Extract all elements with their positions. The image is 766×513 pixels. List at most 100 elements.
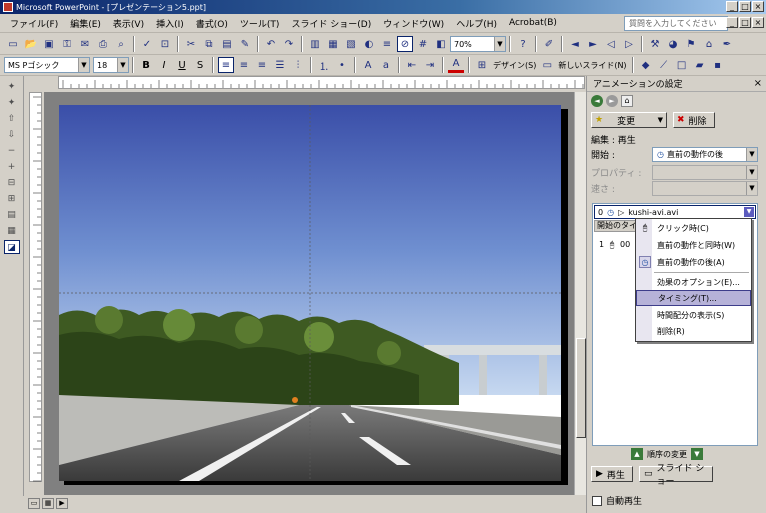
print-icon[interactable]: ⎙ — [95, 36, 111, 52]
change-effect-button[interactable]: ★ 変更 ▼ — [591, 112, 667, 128]
close-button[interactable]: × — [752, 1, 764, 12]
palette-icon[interactable]: ◕ — [665, 36, 681, 52]
new-icon[interactable]: ▭ — [5, 36, 21, 52]
menu-format[interactable]: 書式(O) — [190, 17, 234, 30]
collapse-icon[interactable]: − — [4, 144, 20, 158]
underline-button[interactable]: U — [174, 57, 190, 73]
font-combo[interactable]: MS Pゴシック ▼ — [4, 57, 90, 73]
autoplay-row[interactable]: 自動再生 — [592, 494, 642, 507]
tables-borders-icon[interactable]: ▧ — [343, 36, 359, 52]
decrease-indent-icon[interactable]: ⇤ — [404, 57, 420, 73]
menu-item-effect-options[interactable]: 効果のオプション(E)... — [636, 274, 751, 290]
numbering-icon[interactable]: ⒈ — [316, 57, 332, 73]
move-up-icon[interactable]: ⇧ — [4, 112, 20, 126]
selected-animation-item[interactable]: 0 ◷ ▷ kushi-avi.avi ▼ — [594, 205, 756, 219]
new-slide-button[interactable]: 新しいスライド(N) — [558, 60, 626, 71]
menu-item-with-previous[interactable]: 直前の動作と同時(W) — [636, 237, 751, 253]
increase-indent-icon[interactable]: ⇥ — [422, 57, 438, 73]
expand-icon[interactable]: + — [4, 160, 20, 174]
paste-icon[interactable]: ▤ — [219, 36, 235, 52]
doc-close-button[interactable]: × — [752, 17, 764, 28]
minimize-button[interactable]: _ — [726, 1, 738, 12]
summary-slide-icon[interactable]: ▤ — [4, 208, 20, 222]
slide-sorter-icon[interactable]: ▦ — [42, 497, 54, 509]
chevron-down-icon[interactable]: ▼ — [494, 37, 505, 51]
justify-icon[interactable]: ☰ — [272, 57, 288, 73]
font-size-combo[interactable]: 18 ▼ — [93, 57, 129, 73]
circle-left-icon[interactable]: ◄ — [567, 36, 583, 52]
tool-icon[interactable]: ⚒ — [647, 36, 663, 52]
format-painter-icon[interactable]: ✎ — [237, 36, 253, 52]
doc-restore-button[interactable]: □ — [739, 17, 751, 28]
forward-icon[interactable]: ► — [606, 95, 618, 107]
show-format-icon[interactable]: ▦ — [4, 224, 20, 238]
open-icon[interactable]: 📂 — [23, 36, 39, 52]
menu-file[interactable]: ファイル(F) — [4, 17, 64, 30]
expand-all-icon[interactable]: ⊞ — [4, 192, 20, 206]
start-combo[interactable]: ◷ 直前の動作の後 ▼ — [652, 147, 758, 162]
expand-icon[interactable]: ≡ — [379, 36, 395, 52]
new-slide-icon[interactable]: ▭ — [539, 57, 555, 73]
promote-icon[interactable]: ✦ — [4, 80, 20, 94]
align-center-icon[interactable]: ≡ — [236, 57, 252, 73]
menu-edit[interactable]: 編集(E) — [64, 17, 107, 30]
font-color-icon[interactable]: A — [448, 57, 464, 73]
pane-close-icon[interactable]: × — [754, 78, 762, 89]
research-icon[interactable]: ⊡ — [157, 36, 173, 52]
menu-tools[interactable]: ツール(T) — [234, 17, 286, 30]
permission-icon[interactable]: ⚿ — [59, 36, 75, 52]
design-button[interactable]: デザイン(S) — [493, 60, 536, 71]
menu-item-timing[interactable]: タイミング(T)... — [636, 290, 751, 306]
pen-icon[interactable]: ✒ — [719, 36, 735, 52]
chevron-down-icon[interactable]: ▼ — [78, 58, 89, 72]
bold-button[interactable]: B — [138, 57, 154, 73]
menu-item-after-previous[interactable]: ◷ 直前の動作の後(A) — [636, 254, 751, 270]
scrollbar-thumb[interactable] — [576, 338, 586, 438]
shadow-button[interactable]: S — [192, 57, 208, 73]
home-icon[interactable]: ⌂ — [621, 95, 633, 107]
edit-icon[interactable]: ✐ — [541, 36, 557, 52]
move-down-icon[interactable]: ⇩ — [4, 128, 20, 142]
arrow-left-icon[interactable]: ◁ — [603, 36, 619, 52]
show-formatting-icon[interactable]: ⊘ — [397, 36, 413, 52]
move-up-icon[interactable]: ▲ — [631, 448, 643, 460]
cut-icon[interactable]: ✂ — [183, 36, 199, 52]
chevron-down-icon[interactable]: ▼ — [746, 148, 757, 161]
menu-slideshow[interactable]: スライド ショー(D) — [285, 17, 377, 30]
menu-window[interactable]: ウィンドウ(W) — [377, 17, 450, 30]
undo-icon[interactable]: ↶ — [263, 36, 279, 52]
list-item[interactable]: 1 🖰 00 — [599, 240, 630, 250]
object-color-icon[interactable]: ▪ — [710, 57, 726, 73]
slideshow-view-icon[interactable]: ▶ — [56, 497, 68, 509]
arrow-right-icon[interactable]: ▷ — [621, 36, 637, 52]
back-icon[interactable]: ◄ — [591, 95, 603, 107]
insert-table-icon[interactable]: ▦ — [325, 36, 341, 52]
fill-color-icon[interactable]: ◆ — [638, 57, 654, 73]
circle-right-icon[interactable]: ► — [585, 36, 601, 52]
show-grid-icon[interactable]: # — [415, 36, 431, 52]
flag-icon[interactable]: ⚑ — [683, 36, 699, 52]
insert-chart-icon[interactable]: ▥ — [307, 36, 323, 52]
3d-icon[interactable]: ▰ — [692, 57, 708, 73]
redo-icon[interactable]: ↷ — [281, 36, 297, 52]
menu-acrobat[interactable]: Acrobat(B) — [503, 18, 563, 28]
decrease-font-icon[interactable]: a — [378, 57, 394, 73]
slide-view-icon[interactable]: ◪ — [3, 240, 20, 254]
normal-view-icon[interactable]: ▭ — [28, 497, 40, 509]
save-icon[interactable]: ▣ — [41, 36, 57, 52]
slide-canvas[interactable] — [59, 105, 561, 481]
italic-button[interactable]: I — [156, 57, 172, 73]
bullets-icon[interactable]: • — [334, 57, 350, 73]
color-grayscale-icon[interactable]: ◧ — [433, 36, 449, 52]
design-icon[interactable]: ⊞ — [474, 57, 490, 73]
play-button[interactable]: ▶ 再生 — [591, 466, 633, 482]
doc-minimize-button[interactable]: _ — [726, 17, 738, 28]
menu-item-remove[interactable]: 削除(R) — [636, 323, 751, 339]
demote-icon[interactable]: ✦ — [4, 96, 20, 110]
copy-icon[interactable]: ⧉ — [201, 36, 217, 52]
menu-item-show-timeline[interactable]: 時間配分の表示(S) — [636, 307, 751, 323]
zoom-combo[interactable]: 70% ▼ — [450, 36, 506, 52]
menu-insert[interactable]: 挿入(I) — [150, 17, 190, 30]
slideshow-button[interactable]: ▭ スライド ショー — [639, 464, 713, 487]
video-frame[interactable] — [59, 105, 561, 481]
